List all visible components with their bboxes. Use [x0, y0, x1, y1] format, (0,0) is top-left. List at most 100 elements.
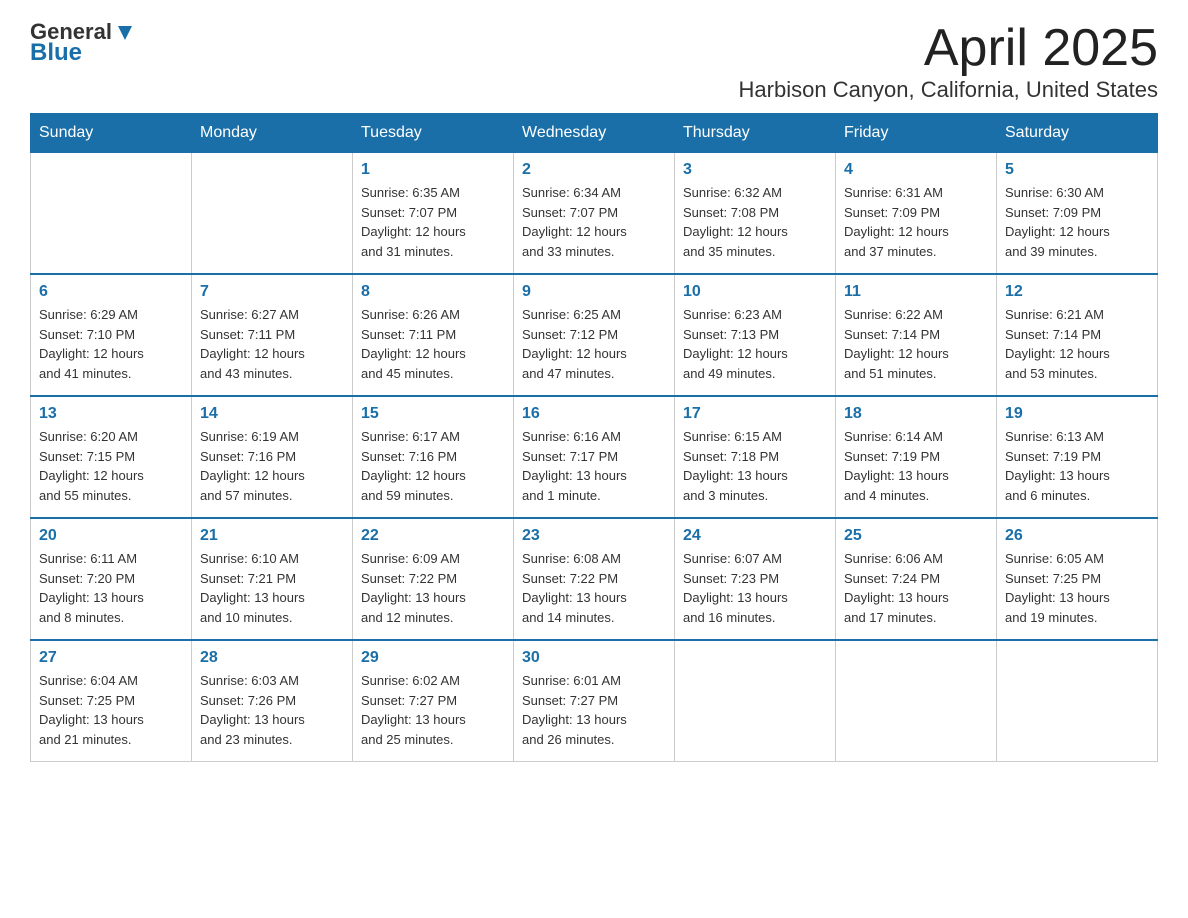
day-info: Sunrise: 6:03 AM Sunset: 7:26 PM Dayligh…	[200, 671, 344, 749]
logo-blue: Blue	[30, 40, 82, 66]
logo: General Blue	[30, 20, 136, 67]
weekday-header-thursday: Thursday	[675, 114, 836, 153]
day-info: Sunrise: 6:08 AM Sunset: 7:22 PM Dayligh…	[522, 549, 666, 627]
weekday-header-row: SundayMondayTuesdayWednesdayThursdayFrid…	[31, 114, 1158, 153]
calendar-cell: 29 Sunrise: 6:02 AM Sunset: 7:27 PM Dayli…	[353, 640, 514, 762]
day-number: 23	[522, 527, 666, 545]
day-number: 14	[200, 405, 344, 423]
day-number: 25	[844, 527, 988, 545]
day-info: Sunrise: 6:17 AM Sunset: 7:16 PM Dayligh…	[361, 427, 505, 505]
page-subtitle: Harbison Canyon, California, United Stat…	[739, 77, 1158, 103]
day-info: Sunrise: 6:31 AM Sunset: 7:09 PM Dayligh…	[844, 183, 988, 261]
page-header: General Blue April 2025 Harbison Canyon,…	[30, 20, 1158, 103]
day-info: Sunrise: 6:29 AM Sunset: 7:10 PM Dayligh…	[39, 305, 183, 383]
day-info: Sunrise: 6:26 AM Sunset: 7:11 PM Dayligh…	[361, 305, 505, 383]
calendar-cell: 17 Sunrise: 6:15 AM Sunset: 7:18 PM Dayli…	[675, 396, 836, 518]
day-number: 20	[39, 527, 183, 545]
day-number: 19	[1005, 405, 1149, 423]
day-info: Sunrise: 6:21 AM Sunset: 7:14 PM Dayligh…	[1005, 305, 1149, 383]
day-info: Sunrise: 6:20 AM Sunset: 7:15 PM Dayligh…	[39, 427, 183, 505]
day-number: 21	[200, 527, 344, 545]
calendar-cell	[836, 640, 997, 762]
day-info: Sunrise: 6:13 AM Sunset: 7:19 PM Dayligh…	[1005, 427, 1149, 505]
day-number: 17	[683, 405, 827, 423]
day-number: 7	[200, 283, 344, 301]
day-info: Sunrise: 6:01 AM Sunset: 7:27 PM Dayligh…	[522, 671, 666, 749]
day-info: Sunrise: 6:16 AM Sunset: 7:17 PM Dayligh…	[522, 427, 666, 505]
calendar-cell: 15 Sunrise: 6:17 AM Sunset: 7:16 PM Dayli…	[353, 396, 514, 518]
calendar-cell: 22 Sunrise: 6:09 AM Sunset: 7:22 PM Dayli…	[353, 518, 514, 640]
calendar-cell: 23 Sunrise: 6:08 AM Sunset: 7:22 PM Dayli…	[514, 518, 675, 640]
calendar-cell: 3Sunrise: 6:32 AM Sunset: 7:08 PM Daylig…	[675, 153, 836, 275]
day-info: Sunrise: 6:02 AM Sunset: 7:27 PM Dayligh…	[361, 671, 505, 749]
day-info: Sunrise: 6:14 AM Sunset: 7:19 PM Dayligh…	[844, 427, 988, 505]
day-number: 8	[361, 283, 505, 301]
calendar-cell: 9 Sunrise: 6:25 AM Sunset: 7:12 PM Daylig…	[514, 274, 675, 396]
calendar-cell: 18 Sunrise: 6:14 AM Sunset: 7:19 PM Dayli…	[836, 396, 997, 518]
week-row-3: 13 Sunrise: 6:20 AM Sunset: 7:15 PM Dayli…	[31, 396, 1158, 518]
day-number: 15	[361, 405, 505, 423]
day-number: 24	[683, 527, 827, 545]
calendar-cell: 11Sunrise: 6:22 AM Sunset: 7:14 PM Dayli…	[836, 274, 997, 396]
calendar-cell: 25Sunrise: 6:06 AM Sunset: 7:24 PM Dayli…	[836, 518, 997, 640]
weekday-header-tuesday: Tuesday	[353, 114, 514, 153]
day-number: 26	[1005, 527, 1149, 545]
calendar-cell: 19 Sunrise: 6:13 AM Sunset: 7:19 PM Dayli…	[997, 396, 1158, 518]
calendar-cell: 14Sunrise: 6:19 AM Sunset: 7:16 PM Dayli…	[192, 396, 353, 518]
calendar-table: SundayMondayTuesdayWednesdayThursdayFrid…	[30, 113, 1158, 762]
day-info: Sunrise: 6:09 AM Sunset: 7:22 PM Dayligh…	[361, 549, 505, 627]
day-info: Sunrise: 6:04 AM Sunset: 7:25 PM Dayligh…	[39, 671, 183, 749]
day-number: 18	[844, 405, 988, 423]
day-number: 9	[522, 283, 666, 301]
calendar-cell	[192, 153, 353, 275]
day-info: Sunrise: 6:11 AM Sunset: 7:20 PM Dayligh…	[39, 549, 183, 627]
weekday-header-friday: Friday	[836, 114, 997, 153]
day-number: 12	[1005, 283, 1149, 301]
calendar-cell: 6 Sunrise: 6:29 AM Sunset: 7:10 PM Daylig…	[31, 274, 192, 396]
week-row-5: 27 Sunrise: 6:04 AM Sunset: 7:25 PM Dayli…	[31, 640, 1158, 762]
day-number: 10	[683, 283, 827, 301]
calendar-cell: 24 Sunrise: 6:07 AM Sunset: 7:23 PM Dayli…	[675, 518, 836, 640]
calendar-cell: 12 Sunrise: 6:21 AM Sunset: 7:14 PM Dayli…	[997, 274, 1158, 396]
day-info: Sunrise: 6:25 AM Sunset: 7:12 PM Dayligh…	[522, 305, 666, 383]
day-number: 5	[1005, 161, 1149, 179]
calendar-cell: 21Sunrise: 6:10 AM Sunset: 7:21 PM Dayli…	[192, 518, 353, 640]
day-info: Sunrise: 6:07 AM Sunset: 7:23 PM Dayligh…	[683, 549, 827, 627]
weekday-header-monday: Monday	[192, 114, 353, 153]
week-row-4: 20 Sunrise: 6:11 AM Sunset: 7:20 PM Dayli…	[31, 518, 1158, 640]
calendar-cell: 20 Sunrise: 6:11 AM Sunset: 7:20 PM Dayli…	[31, 518, 192, 640]
day-number: 27	[39, 649, 183, 667]
calendar-cell: 7 Sunrise: 6:27 AM Sunset: 7:11 PM Daylig…	[192, 274, 353, 396]
calendar-cell	[675, 640, 836, 762]
day-info: Sunrise: 6:23 AM Sunset: 7:13 PM Dayligh…	[683, 305, 827, 383]
day-number: 29	[361, 649, 505, 667]
week-row-1: 1Sunrise: 6:35 AM Sunset: 7:07 PM Daylig…	[31, 153, 1158, 275]
calendar-cell: 28 Sunrise: 6:03 AM Sunset: 7:26 PM Dayli…	[192, 640, 353, 762]
calendar-cell: 13 Sunrise: 6:20 AM Sunset: 7:15 PM Dayli…	[31, 396, 192, 518]
calendar-cell: 5 Sunrise: 6:30 AM Sunset: 7:09 PM Daylig…	[997, 153, 1158, 275]
day-number: 6	[39, 283, 183, 301]
day-info: Sunrise: 6:05 AM Sunset: 7:25 PM Dayligh…	[1005, 549, 1149, 627]
calendar-cell: 26 Sunrise: 6:05 AM Sunset: 7:25 PM Dayli…	[997, 518, 1158, 640]
day-number: 16	[522, 405, 666, 423]
calendar-cell: 27 Sunrise: 6:04 AM Sunset: 7:25 PM Dayli…	[31, 640, 192, 762]
day-number: 13	[39, 405, 183, 423]
day-info: Sunrise: 6:27 AM Sunset: 7:11 PM Dayligh…	[200, 305, 344, 383]
weekday-header-wednesday: Wednesday	[514, 114, 675, 153]
day-info: Sunrise: 6:22 AM Sunset: 7:14 PM Dayligh…	[844, 305, 988, 383]
weekday-header-saturday: Saturday	[997, 114, 1158, 153]
calendar-cell: 10 Sunrise: 6:23 AM Sunset: 7:13 PM Dayli…	[675, 274, 836, 396]
weekday-header-sunday: Sunday	[31, 114, 192, 153]
day-number: 22	[361, 527, 505, 545]
day-number: 30	[522, 649, 666, 667]
day-info: Sunrise: 6:34 AM Sunset: 7:07 PM Dayligh…	[522, 183, 666, 261]
logo-arrow-icon	[114, 22, 136, 44]
calendar-cell	[31, 153, 192, 275]
day-info: Sunrise: 6:15 AM Sunset: 7:18 PM Dayligh…	[683, 427, 827, 505]
day-number: 3	[683, 161, 827, 179]
day-number: 1	[361, 161, 505, 179]
day-info: Sunrise: 6:30 AM Sunset: 7:09 PM Dayligh…	[1005, 183, 1149, 261]
calendar-cell: 8 Sunrise: 6:26 AM Sunset: 7:11 PM Daylig…	[353, 274, 514, 396]
day-number: 28	[200, 649, 344, 667]
calendar-cell: 16 Sunrise: 6:16 AM Sunset: 7:17 PM Dayli…	[514, 396, 675, 518]
